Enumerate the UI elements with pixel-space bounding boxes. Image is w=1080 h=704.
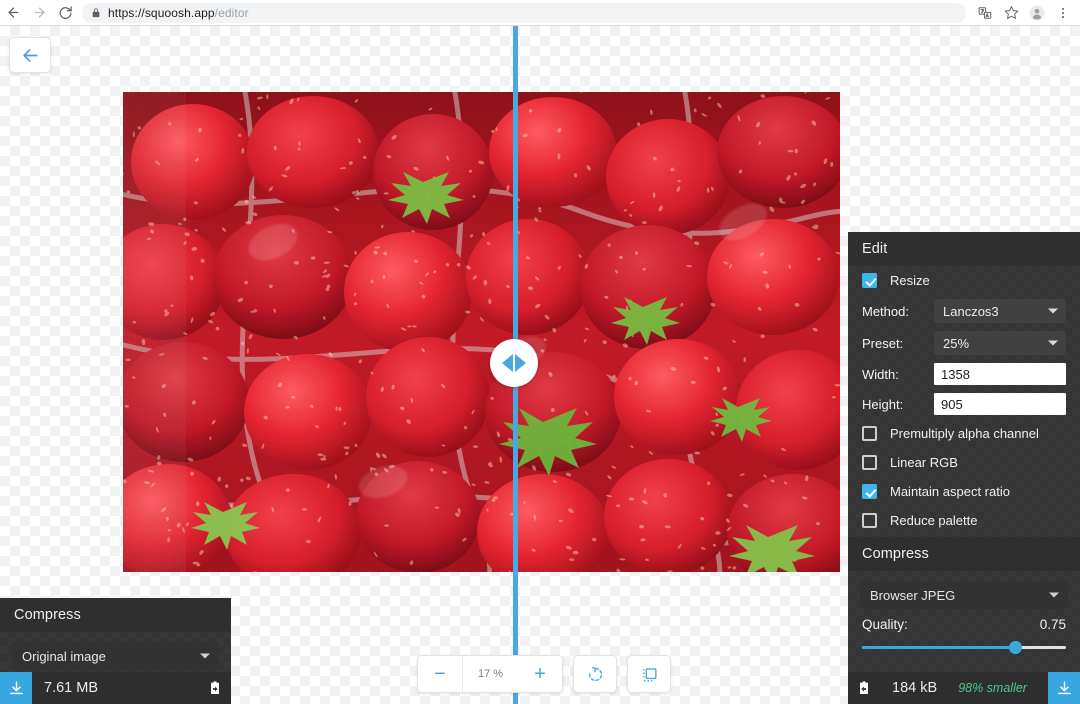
zoom-in-button[interactable]: + — [518, 656, 562, 692]
premultiply-label: Premultiply alpha channel — [890, 426, 1039, 441]
width-input[interactable] — [934, 363, 1066, 385]
browser-reload-button[interactable] — [52, 0, 78, 26]
right-file-size: 184 kB — [892, 680, 938, 696]
aspect-ratio-row[interactable]: Maintain aspect ratio — [848, 477, 1080, 506]
method-select[interactable]: Lanczos3 — [934, 299, 1066, 323]
height-label: Height: — [862, 396, 904, 412]
split-drag-handle[interactable] — [490, 339, 538, 387]
star-icon[interactable] — [998, 0, 1024, 26]
quality-label: Quality: — [862, 617, 908, 632]
linear-rgb-label: Linear RGB — [890, 455, 958, 470]
right-edit-panel: Edit Resize Method: Lanczos3 Preset: 25% — [848, 232, 1080, 704]
right-codec-wrap: Browser JPEG — [848, 571, 1080, 613]
url-path: /editor — [214, 5, 249, 20]
premultiply-checkbox[interactable] — [862, 426, 877, 441]
toggle-background-button[interactable] — [627, 655, 671, 693]
slider-fill — [862, 646, 1015, 649]
resize-label: Resize — [890, 273, 930, 288]
linear-rgb-row[interactable]: Linear RGB — [848, 448, 1080, 477]
compress-section-title: Compress — [848, 537, 1080, 571]
chevron-down-icon — [1049, 592, 1059, 598]
right-codec-select[interactable]: Browser JPEG — [860, 581, 1068, 609]
aspect-ratio-checkbox[interactable] — [862, 484, 877, 499]
chrome-right-icons — [972, 0, 1080, 26]
editor-back-button[interactable] — [9, 37, 51, 73]
url-text: https://squoosh.app/editor — [108, 6, 249, 20]
linear-rgb-checkbox[interactable] — [862, 455, 877, 470]
left-codec-select[interactable]: Original image — [12, 642, 219, 670]
left-panel-title: Compress — [0, 598, 231, 632]
reduce-palette-row[interactable]: Reduce palette — [848, 506, 1080, 535]
chevron-left-icon — [502, 354, 513, 372]
resize-toggle-row[interactable]: Resize — [848, 266, 1080, 295]
chevron-down-icon — [1048, 340, 1058, 346]
left-compress-panel: Compress Original image 7.61 MB — [0, 598, 231, 704]
address-bar[interactable]: https://squoosh.app/editor — [82, 2, 966, 23]
left-download-button[interactable] — [0, 672, 32, 704]
height-input[interactable] — [934, 393, 1066, 415]
edit-section-title: Edit — [848, 232, 1080, 266]
slider-thumb[interactable] — [1008, 641, 1022, 654]
method-row: Method: Lanczos3 — [848, 295, 1080, 327]
strawberries-image — [123, 92, 840, 572]
squoosh-editor: − 17 % + Compress Original image 7.61 MB — [0, 26, 1080, 704]
preset-row: Preset: 25% — [848, 327, 1080, 359]
width-label: Width: — [862, 366, 899, 382]
image-preview[interactable] — [123, 92, 840, 572]
height-row: Height: — [848, 389, 1080, 419]
chevron-right-icon — [515, 354, 526, 372]
browser-back-button[interactable] — [0, 0, 26, 26]
size-reduction-note: 98% smaller — [958, 681, 1027, 695]
lock-icon — [91, 7, 101, 18]
browser-chrome: https://squoosh.app/editor — [0, 0, 1080, 26]
method-label: Method: — [862, 303, 909, 319]
right-codec-value: Browser JPEG — [870, 587, 956, 603]
reduce-palette-label: Reduce palette — [890, 513, 978, 528]
premultiply-row[interactable]: Premultiply alpha channel — [848, 419, 1080, 448]
left-codec-value: Original image — [22, 648, 106, 664]
chevron-down-icon — [200, 653, 210, 659]
left-copy-settings-button[interactable] — [199, 672, 231, 704]
quality-slider[interactable] — [862, 640, 1066, 654]
left-file-size: 7.61 MB — [44, 680, 98, 696]
width-row: Width: — [848, 359, 1080, 389]
method-value: Lanczos3 — [943, 303, 999, 319]
zoom-level-value[interactable]: 17 % — [462, 656, 518, 692]
quality-slider-wrap — [848, 632, 1080, 654]
url-origin: https://squoosh.app — [108, 5, 215, 20]
right-size-bar: 184 kB 98% smaller — [848, 672, 1080, 704]
aspect-ratio-label: Maintain aspect ratio — [890, 484, 1010, 499]
avatar-icon[interactable] — [1024, 0, 1050, 26]
translate-icon[interactable] — [972, 0, 998, 26]
chevron-down-icon — [1048, 308, 1058, 314]
zoom-button-group: − 17 % + — [417, 655, 563, 693]
left-size-bar: 7.61 MB — [0, 672, 231, 704]
browser-forward-button[interactable] — [26, 0, 52, 26]
resize-checkbox[interactable] — [862, 273, 877, 288]
right-copy-settings-button[interactable] — [848, 672, 880, 704]
preset-select[interactable]: 25% — [934, 331, 1066, 355]
rotate-button[interactable] — [573, 655, 617, 693]
right-download-button[interactable] — [1048, 672, 1080, 704]
preset-label: Preset: — [862, 335, 904, 351]
preset-value: 25% — [943, 335, 970, 351]
quality-row: Quality: 0.75 — [848, 613, 1080, 632]
zoom-out-button[interactable]: − — [418, 656, 462, 692]
reduce-palette-checkbox[interactable] — [862, 513, 877, 528]
zoom-toolbar: − 17 % + — [417, 655, 671, 693]
three-dot-menu-icon[interactable] — [1050, 0, 1076, 26]
quality-value: 0.75 — [1039, 617, 1066, 632]
